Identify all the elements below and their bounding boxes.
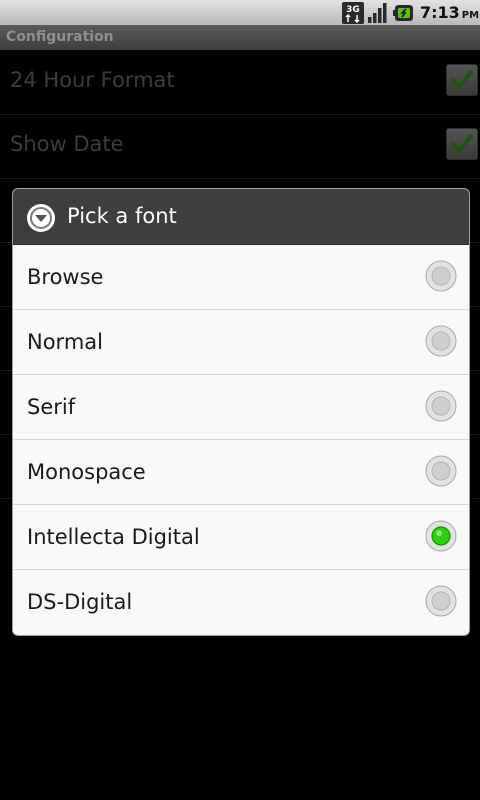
font-option-label: Intellecta Digital: [27, 525, 200, 549]
font-option-intellecta-digital[interactable]: Intellecta Digital: [13, 505, 469, 570]
dropdown-arrow-icon: [27, 204, 55, 232]
screen: 3G 7:13PM Configuration 24 Hour Format: [0, 0, 480, 800]
font-option-ds-digital[interactable]: DS-Digital: [13, 570, 469, 634]
status-time: 7:13 PM: [420, 3, 479, 22]
dialog-header: Pick a font: [13, 189, 469, 245]
radio-unselected-icon[interactable]: [425, 455, 457, 487]
page-title: Configuration: [6, 29, 114, 45]
font-option-label: Monospace: [27, 460, 146, 484]
font-option-label: DS-Digital: [27, 590, 133, 614]
font-option-label: Normal: [27, 330, 103, 354]
font-option-label: Serif: [27, 395, 76, 419]
font-option-monospace[interactable]: Monospace: [13, 440, 469, 505]
dialog-title: Pick a font: [67, 204, 177, 228]
font-option-serif[interactable]: Serif: [13, 375, 469, 440]
font-option-browse[interactable]: Browse: [13, 245, 469, 310]
status-time-value: 7:13: [420, 3, 460, 22]
battery-charging-icon: [393, 5, 413, 21]
font-option-label: Browse: [27, 265, 104, 289]
signal-strength-icon: [368, 3, 387, 23]
font-picker-dialog: Pick a font Browse Normal Serif Monospac…: [13, 189, 469, 635]
status-time-ampm: PM: [461, 10, 480, 21]
radio-unselected-icon[interactable]: [425, 585, 457, 617]
font-option-normal[interactable]: Normal: [13, 310, 469, 375]
status-bar: 3G 7:13 PM: [0, 0, 480, 25]
3g-data-icon: 3G: [342, 2, 364, 24]
radio-selected-icon[interactable]: [425, 520, 457, 552]
radio-unselected-icon[interactable]: [425, 260, 457, 292]
svg-text:3G: 3G: [346, 5, 360, 15]
radio-unselected-icon[interactable]: [425, 390, 457, 422]
title-bar: Configuration: [0, 25, 480, 50]
radio-unselected-icon[interactable]: [425, 325, 457, 357]
